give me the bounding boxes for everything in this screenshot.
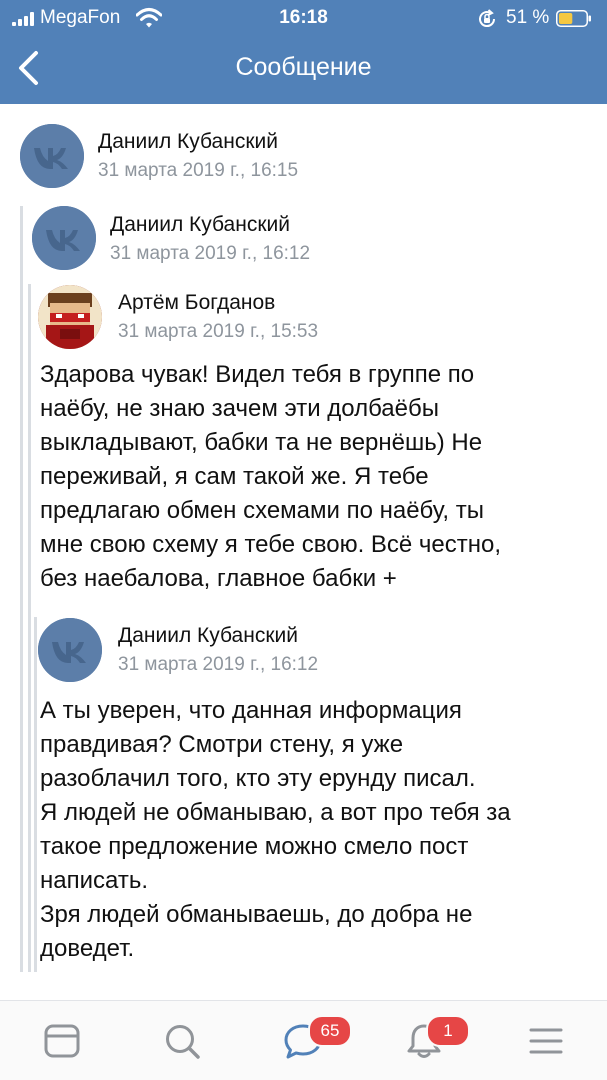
- battery-icon: [556, 10, 591, 27]
- nested-date: 31 марта 2019 г., 16:12: [118, 654, 319, 675]
- vk-logo-icon: [20, 124, 84, 188]
- forwarded-date: 31 марта 2019 г., 16:12: [110, 243, 311, 264]
- message-line: доведет.: [40, 935, 135, 962]
- messages-badge: 65: [308, 1015, 352, 1047]
- forward-indicator: [34, 617, 37, 972]
- nested-sender-name[interactable]: Артём Богданов: [118, 291, 275, 315]
- page-title: Сообщение: [235, 53, 372, 81]
- notifications-badge: 1: [426, 1015, 470, 1047]
- battery-percent: 51 %: [506, 7, 550, 28]
- forwarded-sender-name[interactable]: Даниил Кубанский: [110, 213, 290, 237]
- tab-search[interactable]: [162, 1021, 202, 1061]
- message-line: правдивая? Смотри стену, я уже: [40, 731, 404, 758]
- avatar[interactable]: [20, 124, 84, 188]
- message-line: Зря людей обманываешь, до добра не: [40, 901, 473, 928]
- tab-menu[interactable]: [526, 1021, 566, 1061]
- menu-icon: [529, 1028, 563, 1054]
- search-icon: [166, 1025, 200, 1059]
- minecraft-avatar-icon: [38, 285, 102, 349]
- message-line: такое предложение можно смело пост: [40, 833, 469, 860]
- avatar[interactable]: [38, 618, 102, 682]
- avatar[interactable]: [38, 285, 102, 349]
- status-bar: MegaFon 16:18 51 %: [0, 0, 607, 38]
- nested-date: 31 марта 2019 г., 15:53: [118, 321, 319, 342]
- message-line: выкладывают, бабки та не вернёшь) Не: [40, 429, 483, 456]
- message-line: предлагаю обмен схемами по наёбу, ты: [40, 497, 484, 524]
- tab-bar: 65 1: [0, 1000, 607, 1080]
- vk-logo-icon: [38, 618, 102, 682]
- message-line: переживай, я сам такой же. Я тебе: [40, 463, 429, 490]
- forward-indicator: [28, 284, 31, 972]
- newsfeed-icon: [44, 1024, 80, 1058]
- message-line: разоблачил того, кто эту ерунду писал.: [40, 765, 476, 792]
- vk-logo-icon: [32, 206, 96, 270]
- tab-news[interactable]: [42, 1021, 82, 1061]
- message-line: без наебалова, главное бабки +: [40, 565, 397, 592]
- rotation-lock-icon: [479, 9, 496, 28]
- message-line: наёбу, не знаю зачем эти долбаёбы: [40, 395, 439, 422]
- app-header: MegaFon 16:18 51 % Сообщение: [0, 0, 607, 104]
- message-body[interactable]: Здарова чувак! Видел тебя в группе по на…: [40, 358, 501, 596]
- nested-sender-name[interactable]: Даниил Кубанский: [118, 624, 298, 648]
- message-line: Я людей не обманываю, а вот про тебя за: [40, 799, 511, 826]
- avatar[interactable]: [32, 206, 96, 270]
- message-date: 31 марта 2019 г., 16:15: [98, 160, 299, 181]
- message-line: А ты уверен, что данная информация: [40, 697, 462, 724]
- message-line: Здарова чувак! Видел тебя в группе по: [40, 361, 475, 388]
- sender-name[interactable]: Даниил Кубанский: [98, 130, 278, 154]
- message-body[interactable]: А ты уверен, что данная информация правд…: [40, 694, 511, 966]
- message-line: написать.: [40, 867, 148, 894]
- message-line: мне свою схему я тебе свою. Всё честно,: [40, 531, 502, 558]
- forward-indicator: [20, 206, 23, 972]
